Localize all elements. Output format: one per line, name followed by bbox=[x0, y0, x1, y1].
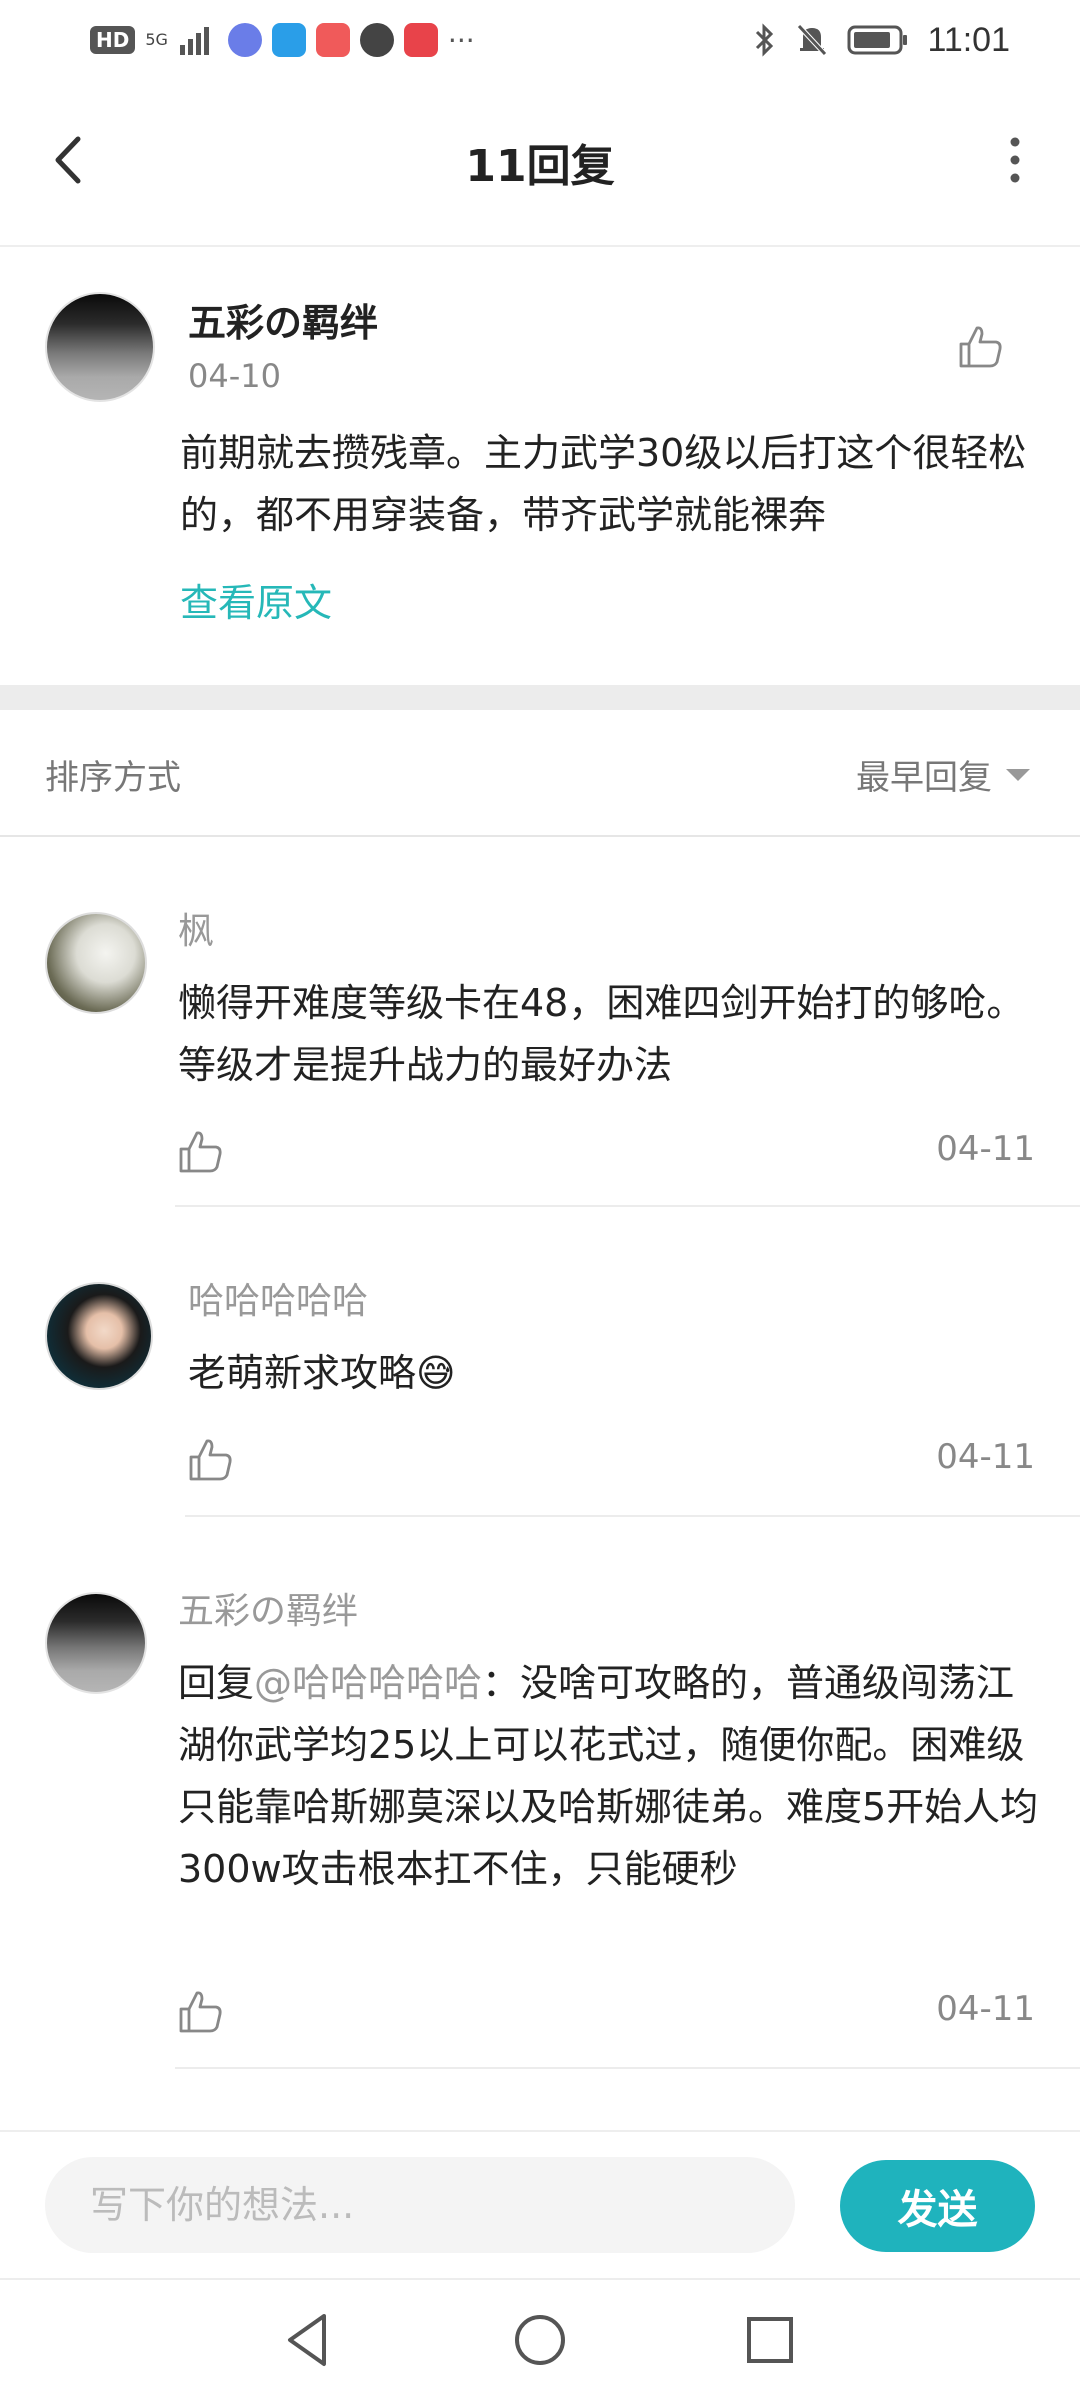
thumbs-up-icon[interactable] bbox=[955, 322, 1005, 372]
avatar[interactable] bbox=[45, 1282, 153, 1390]
avatar[interactable] bbox=[45, 912, 147, 1014]
reply-prefix: 回复 bbox=[178, 1661, 255, 1705]
reply-author[interactable]: 哈哈哈哈哈 bbox=[188, 1272, 368, 1324]
mention-link[interactable]: @哈哈哈哈哈 bbox=[254, 1661, 482, 1705]
reply-author[interactable]: 枫 bbox=[178, 902, 214, 954]
reply-item: 五彩の羁绊 回复@哈哈哈哈哈：没啥可攻略的，普通级闯荡江湖你武学均25以上可以花… bbox=[0, 1517, 1080, 2072]
reply-date: 04-11 bbox=[936, 1437, 1035, 1477]
send-button[interactable]: 发送 bbox=[840, 2160, 1035, 2252]
section-separator bbox=[0, 685, 1080, 710]
main-comment: 五彩の羁绊 04-10 前期就去攒残章。主力武学30级以后打这个很轻松的，都不用… bbox=[0, 247, 1080, 685]
avatar[interactable] bbox=[45, 1592, 147, 1694]
battery-icon bbox=[847, 25, 908, 55]
ball-app-icon bbox=[359, 23, 394, 57]
more-options-icon[interactable] bbox=[1000, 130, 1030, 190]
sort-row: 排序方式 最早回复 bbox=[0, 710, 1080, 835]
reply-item: 哈哈哈哈哈 老萌新求攻略😅 04-11 bbox=[0, 1207, 1080, 1517]
system-navigation-bar bbox=[0, 2280, 1080, 2400]
reply-text: 回复@哈哈哈哈哈：没啥可攻略的，普通级闯荡江湖你武学均25以上可以花式过，随便你… bbox=[178, 1652, 1048, 1900]
comment-date: 04-10 bbox=[188, 357, 281, 395]
reply-author[interactable]: 五彩の羁绊 bbox=[178, 1582, 358, 1634]
back-triangle-icon[interactable] bbox=[276, 2308, 340, 2372]
more-notifications-icon: ··· bbox=[447, 23, 475, 57]
search-app-icon bbox=[271, 23, 306, 57]
reply-text: 懒得开难度等级卡在48，困难四剑开始打的够呛。等级才是提升战力的最好办法 bbox=[178, 981, 1025, 1087]
reply-divider bbox=[175, 2067, 1080, 2069]
signal-icon bbox=[179, 27, 209, 55]
thumbs-up-icon[interactable] bbox=[175, 1127, 225, 1177]
home-circle-icon[interactable] bbox=[508, 2308, 572, 2372]
reply-text: 老萌新求攻略😅 bbox=[188, 1351, 456, 1395]
network-indicator: 5G bbox=[145, 30, 168, 49]
reply-item: 枫 懒得开难度等级卡在48，困难四剑开始打的够呛。等级才是提升战力的最好办法 0… bbox=[0, 837, 1080, 1207]
reply-date: 04-11 bbox=[936, 1989, 1035, 2029]
status-bar: HD 5G ··· 11:01 bbox=[0, 0, 1080, 80]
status-right: 11:01 bbox=[753, 18, 1010, 62]
page-title: 11回复 bbox=[465, 141, 615, 192]
view-original-link[interactable]: 查看原文 bbox=[180, 572, 332, 627]
clock: 11:01 bbox=[927, 20, 1010, 59]
huawei-app-icon bbox=[315, 23, 350, 57]
avatar[interactable] bbox=[45, 292, 155, 402]
top-app-bar: 11回复 bbox=[0, 95, 1080, 225]
dropdown-arrow-icon bbox=[1006, 768, 1030, 781]
sort-label: 排序方式 bbox=[45, 758, 181, 798]
mute-bell-icon bbox=[797, 24, 828, 56]
status-left: HD 5G ··· bbox=[90, 20, 475, 60]
hd-badge: HD bbox=[90, 26, 136, 54]
comment-input[interactable] bbox=[45, 2157, 795, 2253]
composer-bar: 发送 bbox=[0, 2132, 1080, 2277]
reply-date: 04-11 bbox=[936, 1129, 1035, 1169]
book-app-icon bbox=[403, 23, 438, 57]
bluetooth-icon bbox=[756, 23, 774, 57]
music-app-icon bbox=[227, 23, 262, 57]
sort-dropdown[interactable]: 最早回复 bbox=[856, 750, 1030, 799]
thumbs-up-icon[interactable] bbox=[185, 1435, 235, 1485]
thumbs-up-icon[interactable] bbox=[175, 1987, 225, 2037]
sort-selected-value: 最早回复 bbox=[856, 758, 992, 798]
recents-square-icon[interactable] bbox=[738, 2308, 802, 2372]
comment-author[interactable]: 五彩の羁绊 bbox=[188, 292, 378, 347]
comment-text: 前期就去攒残章。主力武学30级以后打这个很轻松的，都不用穿装备，带齐武学就能裸奔 bbox=[180, 431, 1027, 537]
